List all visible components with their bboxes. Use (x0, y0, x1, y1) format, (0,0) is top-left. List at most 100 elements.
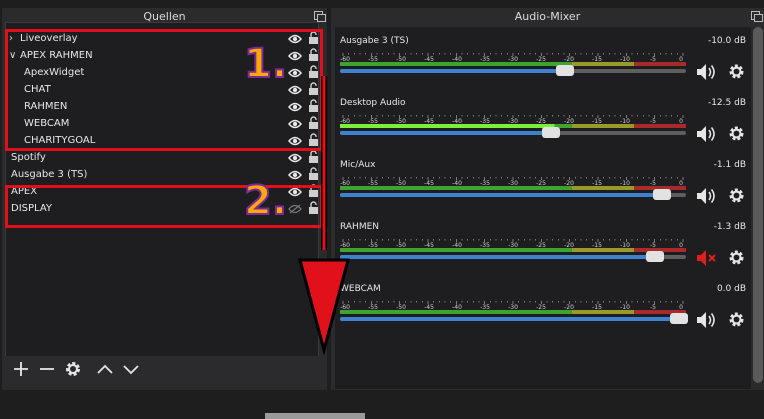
tick-label: -40 (452, 304, 462, 311)
volume-slider[interactable] (340, 127, 686, 138)
tick-label: -30 (508, 118, 518, 125)
speaker-icon[interactable] (696, 310, 718, 330)
tick-label: -10 (620, 242, 630, 249)
scrollbar-thumb[interactable] (753, 27, 763, 383)
speaker-icon[interactable] (696, 186, 718, 206)
speaker-icon[interactable] (696, 124, 718, 144)
remove-icon[interactable] (38, 360, 56, 378)
channel-db-readout: 0.0 dB (716, 284, 746, 294)
tick-label: -15 (592, 56, 602, 63)
volume-slider-fill (340, 131, 552, 135)
tick-label: -30 (508, 304, 518, 311)
move-up-icon[interactable] (96, 360, 114, 378)
gear-icon[interactable] (728, 63, 745, 80)
tick-label: -20 (564, 56, 574, 63)
tick-label: -35 (480, 304, 490, 311)
gear-icon[interactable] (728, 187, 745, 204)
tick-label: 0 (679, 56, 683, 63)
tick-label: 0 (679, 118, 683, 125)
tick-label: -45 (424, 304, 434, 311)
tick-label: 0 (679, 304, 683, 311)
tick-label: -15 (592, 180, 602, 187)
volume-slider-handle[interactable] (542, 127, 561, 138)
tick-label: -35 (480, 180, 490, 187)
volume-slider[interactable] (340, 65, 686, 76)
tick-label: -25 (536, 56, 546, 63)
gear-icon[interactable] (64, 360, 82, 378)
meter-scale: -60 -55 -50 -45 -40 -35 -30 -25 -20 -15 -10 -5 0 (340, 239, 686, 249)
tick-label: -20 (564, 242, 574, 249)
meter-scale: -60 -55 -50 -45 -40 -35 -30 -25 -20 -15 -10 -5 0 (340, 301, 686, 311)
mixer-channel: WEBCAM 0.0 dB -60 -55 -50 -45 -40 -35 -30 -25 -20-… (340, 284, 750, 346)
tick-label: -60 (340, 56, 350, 63)
mixer-scrollbar[interactable] (753, 27, 763, 383)
source-label: Ausgabe 3 (TS) (11, 169, 88, 180)
volume-slider[interactable] (340, 189, 686, 200)
tick-label: -25 (536, 242, 546, 249)
channel-db-readout: -10.0 dB (707, 36, 746, 46)
volume-slider-fill (340, 193, 662, 197)
gear-icon[interactable] (728, 249, 745, 266)
tick-label: -40 (452, 180, 462, 187)
volume-slider-handle[interactable] (652, 189, 671, 200)
meter-scale: -60 -55 -50 -45 -40 -35 -30 -25 -20 -15 -10 -5 0 (340, 53, 686, 63)
tick-label: -10 (620, 180, 630, 187)
float-dock-icon[interactable] (314, 11, 326, 22)
window-resize-handle[interactable] (265, 413, 365, 419)
channel-db-readout: -1.1 dB (713, 160, 746, 170)
channel-db-readout: -12.5 dB (707, 98, 746, 108)
tick-label: -5 (650, 242, 656, 249)
gear-icon[interactable] (728, 311, 745, 328)
volume-slider-handle[interactable] (555, 65, 574, 76)
tick-label: -50 (396, 304, 406, 311)
tick-label: -50 (396, 180, 406, 187)
channel-name: Ausgabe 3 (TS) (340, 36, 409, 46)
mixer-channel: Mic/Aux -1.1 dB -60 -55 -50 -45 -40 -35 -30 -25 -2… (340, 160, 750, 222)
mixer-channel: Ausgabe 3 (TS) -10.0 dB -60 -55 -50 -45 -40 -35… (340, 36, 750, 98)
float-dock-icon[interactable] (751, 11, 763, 22)
tick-label: -25 (536, 304, 546, 311)
volume-slider[interactable] (340, 251, 686, 262)
speaker-icon[interactable] (696, 62, 718, 82)
mixer-channel: Desktop Audio -12.5 dB -60 -55 -50 -45 -40 -35-… (340, 98, 750, 160)
tick-label: 0 (679, 180, 683, 187)
tick-label: -35 (480, 118, 490, 125)
tick-label: -55 (368, 118, 378, 125)
tick-label: -45 (424, 118, 434, 125)
tick-label: -35 (480, 242, 490, 249)
mixer-title: Audio-Mixer (331, 8, 764, 26)
tick-label: -45 (424, 242, 434, 249)
meter-scale: -60 -55 -50 -45 -40 -35 -30 -25 -20 -15 -10 -5 0 (340, 177, 686, 187)
volume-slider-handle[interactable] (670, 313, 689, 324)
tick-label: -25 (536, 118, 546, 125)
tick-label: -45 (424, 56, 434, 63)
volume-slider-fill (340, 69, 565, 73)
volume-slider-handle[interactable] (645, 251, 664, 262)
tick-label: -40 (452, 242, 462, 249)
tick-label: -15 (592, 242, 602, 249)
volume-slider-fill (340, 255, 655, 259)
tick-label: -30 (508, 180, 518, 187)
tick-label: -50 (396, 242, 406, 249)
volume-slider[interactable] (340, 313, 689, 324)
source-item[interactable]: Spotify (6, 149, 318, 166)
tick-label: -50 (396, 118, 406, 125)
tick-label: -30 (508, 56, 518, 63)
tick-label: -20 (564, 180, 574, 187)
add-icon[interactable] (12, 360, 30, 378)
tick-label: -5 (650, 180, 656, 187)
volume-slider-fill (340, 317, 680, 321)
tick-label: -10 (620, 56, 630, 63)
tick-label: -55 (368, 242, 378, 249)
annotation-number-2: 2. (243, 178, 288, 224)
meter-scale: -60 -55 -50 -45 -40 -35 -30 -25 -20 -15 -10 -5 0 (340, 115, 686, 125)
tick-label: -55 (368, 180, 378, 187)
tick-label: -40 (452, 56, 462, 63)
tick-label: -40 (452, 118, 462, 125)
move-down-icon[interactable] (122, 360, 140, 378)
tick-label: -25 (536, 180, 546, 187)
sources-toolbar (5, 356, 319, 380)
gear-icon[interactable] (728, 125, 745, 142)
muted-speaker-icon[interactable] (696, 248, 718, 268)
tick-label: -15 (592, 304, 602, 311)
